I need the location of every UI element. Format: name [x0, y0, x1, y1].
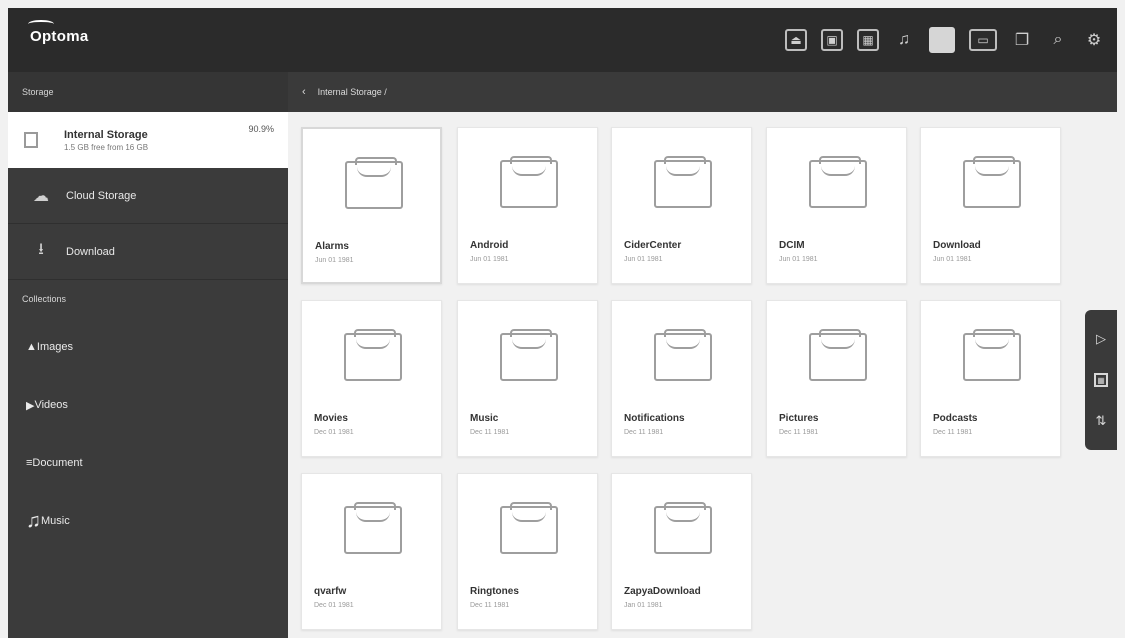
- document-label: Document: [32, 457, 83, 469]
- videos-icon: ▶: [26, 399, 35, 412]
- folder-name: Download: [933, 240, 981, 251]
- music-icon[interactable]: ♫: [893, 29, 915, 51]
- folder-name: Podcasts: [933, 413, 978, 424]
- folder-icon: [963, 156, 1021, 208]
- new-folder-icon[interactable]: ▷: [1092, 331, 1110, 347]
- sidebar-item-images[interactable]: ▲ Images: [8, 318, 288, 376]
- folder-card[interactable]: ZapyaDownload Jan 01 1981: [611, 473, 752, 630]
- top-icon-bar: ⏏ ▣ ▦ ♫ ▭ ❐ ⌕ ⚙: [785, 26, 1105, 54]
- cloud-icon: ☁: [33, 187, 49, 205]
- folder-date: Dec 11 1981: [933, 429, 973, 436]
- folder-card[interactable]: CiderCenter Jun 01 1981: [611, 127, 752, 284]
- search-icon[interactable]: ⌕: [1047, 29, 1069, 51]
- folder-date: Dec 11 1981: [470, 429, 510, 436]
- breadcrumb: ‹ Internal Storage /: [288, 72, 1117, 112]
- folder-icon: [500, 502, 558, 554]
- sidebar-item-music[interactable]: ♫ Music: [8, 492, 288, 550]
- folder-name: Pictures: [779, 413, 819, 424]
- logo-swoosh-icon: [28, 20, 54, 28]
- folder-date: Jan 01 1981: [624, 602, 663, 609]
- videos-label: Videos: [34, 399, 68, 411]
- screen-icon[interactable]: ▣: [821, 29, 843, 51]
- folder-icon: [344, 329, 402, 381]
- folder-card[interactable]: Android Jun 01 1981: [457, 127, 598, 284]
- folder-name: CiderCenter: [624, 240, 682, 251]
- folder-date: Jun 01 1981: [315, 257, 354, 264]
- images-icon: ▲: [26, 341, 37, 353]
- folder-icon: [809, 329, 867, 381]
- breadcrumb-current[interactable]: Internal Storage /: [318, 87, 387, 97]
- folder-icon: [809, 156, 867, 208]
- folder-card[interactable]: qvarfw Dec 01 1981: [301, 473, 442, 630]
- cloud-storage-label: Cloud Storage: [66, 189, 137, 202]
- folder-name: Alarms: [315, 241, 349, 252]
- folder-icon: [654, 156, 712, 208]
- folder-icon: [344, 502, 402, 554]
- internal-storage-capacity: 1.5 GB free from 16 GB: [64, 142, 149, 152]
- internal-storage-name: Internal Storage: [64, 128, 148, 141]
- display-icon[interactable]: ▭: [969, 29, 997, 51]
- folder-date: Jun 01 1981: [470, 256, 509, 263]
- copy-icon[interactable]: ❐: [1011, 29, 1033, 51]
- folder-date: Dec 01 1981: [314, 602, 354, 609]
- back-icon[interactable]: ‹: [302, 86, 306, 98]
- folder-icon: [963, 329, 1021, 381]
- collections-section-label: Collections: [22, 294, 67, 304]
- folder-name: Notifications: [624, 413, 685, 424]
- folder-icon: [500, 329, 558, 381]
- settings-icon[interactable]: ⚙: [1083, 29, 1105, 51]
- folder-name: DCIM: [779, 240, 805, 251]
- images-label: Images: [36, 341, 73, 353]
- folder-date: Jun 01 1981: [779, 256, 818, 263]
- folder-name: qvarfw: [314, 586, 347, 597]
- sidebar-item-cloud-storage[interactable]: ☁ Cloud Storage: [8, 168, 288, 224]
- folder-card[interactable]: Movies Dec 01 1981: [301, 300, 442, 457]
- folder-name: Music: [470, 413, 499, 424]
- folder-name: Android: [470, 240, 509, 251]
- optoma-logo: Optoma: [28, 20, 89, 45]
- folder-date: Jun 01 1981: [933, 256, 972, 263]
- file-manager-icon[interactable]: [929, 27, 955, 53]
- folder-name: Ringtones: [470, 586, 519, 597]
- input-source-icon[interactable]: ⏏: [785, 29, 807, 51]
- folder-card[interactable]: Notifications Dec 11 1981: [611, 300, 752, 457]
- sidebar: Storage Internal Storage 1.5 GB free fro…: [8, 72, 288, 638]
- internal-storage-text: Internal Storage 1.5 GB free from 16 GB: [64, 129, 148, 152]
- sidebar-item-document[interactable]: ≡ Document: [8, 434, 288, 492]
- sort-icon[interactable]: ⇅: [1092, 413, 1110, 429]
- sidebar-item-internal-storage[interactable]: Internal Storage 1.5 GB free from 16 GB …: [8, 112, 288, 168]
- floating-action-bar: ▷ ▦ ⇅: [1085, 310, 1117, 450]
- folder-name: ZapyaDownload: [624, 586, 701, 597]
- folder-card[interactable]: Pictures Dec 11 1981: [766, 300, 907, 457]
- music-note-icon: ♫: [26, 509, 41, 532]
- select-all-icon[interactable]: ▦: [1094, 373, 1108, 387]
- folder-card[interactable]: Alarms Jun 01 1981: [301, 127, 442, 284]
- folder-date: Jun 01 1981: [624, 256, 663, 263]
- folder-date: Dec 11 1981: [470, 602, 510, 609]
- folder-card[interactable]: Ringtones Dec 11 1981: [457, 473, 598, 630]
- folder-date: Dec 11 1981: [779, 429, 819, 436]
- folder-name: Movies: [314, 413, 348, 424]
- sidebar-item-download[interactable]: ⭳ Download: [8, 224, 288, 280]
- internal-storage-percent: 90.9%: [248, 124, 274, 134]
- logo-text: Optoma: [30, 28, 89, 45]
- folder-card[interactable]: Music Dec 11 1981: [457, 300, 598, 457]
- folder-icon: [654, 502, 712, 554]
- folder-date: Dec 11 1981: [624, 429, 664, 436]
- folder-icon: [345, 157, 403, 209]
- folder-card[interactable]: DCIM Jun 01 1981: [766, 127, 907, 284]
- folder-icon: [654, 329, 712, 381]
- apps-icon[interactable]: ▦: [857, 29, 879, 51]
- top-bar: Optoma ⏏ ▣ ▦ ♫ ▭ ❐ ⌕ ⚙: [8, 8, 1117, 72]
- folder-card[interactable]: Podcasts Dec 11 1981: [920, 300, 1061, 457]
- download-label: Download: [66, 245, 115, 258]
- storage-icon: [24, 132, 38, 148]
- folder-date: Dec 01 1981: [314, 429, 354, 436]
- folder-card[interactable]: Download Jun 01 1981: [920, 127, 1061, 284]
- storage-section-label: Storage: [8, 72, 288, 112]
- folder-icon: [500, 156, 558, 208]
- sidebar-item-videos[interactable]: ▶ Videos: [8, 376, 288, 434]
- music-label: Music: [41, 515, 70, 527]
- download-icon: ⭳: [38, 241, 44, 258]
